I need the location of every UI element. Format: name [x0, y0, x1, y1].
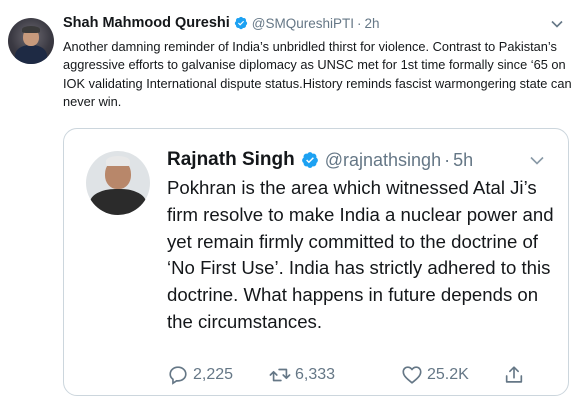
quoted-author-handle[interactable]: @rajnathsingh [325, 150, 441, 171]
reply-icon [169, 366, 187, 385]
tweet: Shah Mahmood Qureshi @SMQureshiPTI · 2h … [0, 0, 585, 401]
separator-dot: · [444, 149, 451, 170]
quoted-author-avatar[interactable] [86, 151, 150, 215]
retweet-count: 6,333 [295, 366, 336, 383]
reply-button[interactable]: 2,225 [167, 364, 242, 386]
like-count: 25.2K [427, 366, 469, 383]
verified-badge-icon [234, 16, 247, 30]
like-icon [402, 366, 422, 384]
quoted-author-name[interactable]: Rajnath Singh [167, 149, 295, 171]
quoted-tweet-header: Rajnath Singh @rajnathsingh · 5h [167, 149, 473, 171]
tweet-timestamp[interactable]: 2h [365, 16, 380, 31]
like-button[interactable]: 25.2K [401, 364, 491, 386]
retweet-icon [269, 368, 291, 382]
tweet-header: Shah Mahmood Qureshi @SMQureshiPTI · 2h [63, 15, 380, 31]
retweet-button[interactable]: 6,333 [269, 364, 369, 386]
author-avatar[interactable] [8, 18, 54, 64]
share-button[interactable] [503, 364, 529, 386]
quoted-tweet[interactable]: Rajnath Singh @rajnathsingh · 5h Pokhran… [63, 128, 569, 396]
tweet-text: Another damning reminder of India’s unbr… [63, 39, 572, 109]
reply-count: 2,225 [193, 366, 234, 383]
separator-dot: · [357, 15, 362, 31]
author-name[interactable]: Shah Mahmood Qureshi [63, 15, 230, 31]
tweet-actions: 2,225 6,333 25.2K [167, 364, 529, 386]
quoted-tweet-timestamp[interactable]: 5h [453, 150, 473, 171]
author-handle[interactable]: @SMQureshiPTI [252, 16, 354, 31]
chevron-down-icon[interactable] [551, 20, 563, 28]
share-icon [505, 366, 523, 383]
verified-badge-icon [301, 152, 318, 168]
chevron-down-icon[interactable] [530, 156, 544, 165]
quoted-tweet-text: Pokhran is the area which witnessed Atal… [167, 177, 554, 332]
